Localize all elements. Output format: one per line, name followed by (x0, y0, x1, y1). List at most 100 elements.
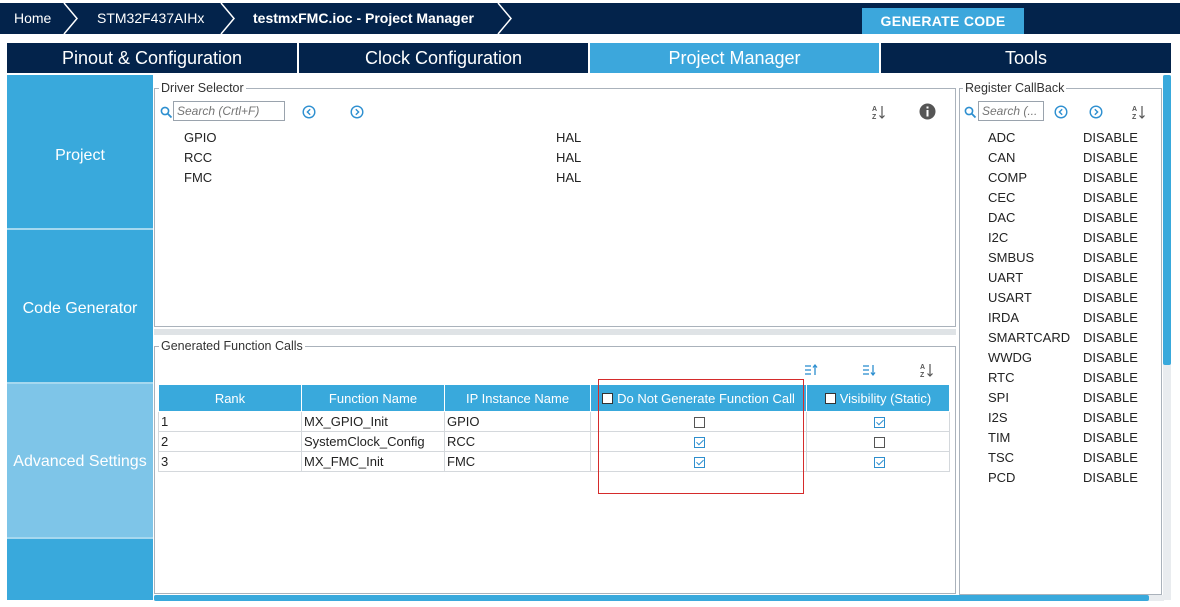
driver-search-input[interactable] (173, 101, 285, 121)
col-rank[interactable]: Rank (158, 384, 302, 412)
ip-instance-cell: FMC (444, 451, 591, 472)
col-visibility[interactable]: Visibility (Static) (806, 384, 950, 412)
callback-item-name: TSC (988, 450, 1014, 465)
generate-code-button[interactable]: GENERATE CODE (862, 8, 1024, 34)
callback-item-name: I2C (988, 230, 1009, 245)
callback-item-name: SPI (988, 390, 1009, 405)
rank-cell: 3 (158, 451, 302, 472)
vertical-scrollbar[interactable] (1163, 75, 1171, 600)
tab-pinout-configuration[interactable]: Pinout & Configuration (7, 43, 299, 73)
callback-item-name: RTC (988, 370, 1015, 385)
nav-advanced-settings[interactable]: Advanced Settings (7, 453, 153, 471)
table-row[interactable]: 2 SystemClock_Config RCC (158, 431, 950, 452)
callback-item-name: UART (988, 270, 1024, 285)
callback-item-name: I2S (988, 410, 1008, 425)
callback-item-value[interactable]: DISABLE (1083, 210, 1138, 225)
arrow-left-circle-icon[interactable] (1054, 105, 1068, 119)
col-function-name[interactable]: Function Name (301, 384, 445, 412)
callback-item-value[interactable]: DISABLE (1083, 290, 1138, 305)
callback-item-value[interactable]: DISABLE (1083, 130, 1138, 145)
left-nav: Project Code Generator Advanced Settings (7, 75, 153, 600)
driver-row-name: FMC (184, 170, 213, 185)
horizontal-scrollbar[interactable] (154, 595, 1164, 601)
callback-item-value[interactable]: DISABLE (1083, 390, 1138, 405)
callback-item-value[interactable]: DISABLE (1083, 230, 1138, 245)
callback-item-name: ADC (988, 130, 1016, 145)
nav-code-generator[interactable]: Code Generator (7, 300, 153, 318)
ip-instance-cell: GPIO (444, 411, 591, 432)
driver-selector-legend: Driver Selector (159, 81, 246, 95)
callback-item-value[interactable]: DISABLE (1083, 430, 1138, 445)
callback-item-name: CEC (988, 190, 1016, 205)
callback-item-value[interactable]: DISABLE (1083, 370, 1138, 385)
function-name-cell: MX_GPIO_Init (301, 411, 445, 432)
arrow-right-circle-icon[interactable] (1089, 105, 1103, 119)
callback-item-name: PCD (988, 470, 1016, 485)
function-name-cell: MX_FMC_Init (301, 451, 445, 472)
driver-row-value[interactable]: HAL (556, 170, 581, 185)
horizontal-scrollbar-thumb[interactable] (154, 595, 1149, 601)
callback-search-input[interactable] (978, 101, 1044, 121)
arrow-right-circle-icon[interactable] (350, 105, 364, 119)
visibility-checkbox[interactable] (873, 457, 885, 469)
driver-row-value[interactable]: HAL (556, 150, 581, 165)
move-up-icon[interactable] (804, 363, 818, 377)
function-name-cell: SystemClock_Config (301, 431, 445, 452)
generated-calls-legend: Generated Function Calls (159, 339, 305, 353)
callback-item-value[interactable]: DISABLE (1083, 150, 1138, 165)
info-icon[interactable] (919, 103, 936, 120)
svg-text:A: A (872, 106, 877, 113)
visibility-checkbox[interactable] (873, 437, 885, 449)
rank-cell: 2 (158, 431, 302, 452)
svg-text:Z: Z (920, 372, 925, 378)
sort-az-icon[interactable]: A Z (871, 104, 887, 120)
callback-item-name: CAN (988, 150, 1016, 165)
col-visibility-label: Visibility (Static) (839, 390, 932, 406)
panel-splitter[interactable] (154, 329, 956, 335)
col-ip-instance[interactable]: IP Instance Name (444, 384, 591, 412)
search-icon (160, 106, 173, 119)
callback-item-name: TIM (988, 430, 1011, 445)
callback-item-value[interactable]: DISABLE (1083, 330, 1138, 345)
move-down-icon[interactable] (862, 363, 876, 377)
table-row[interactable]: 3 MX_FMC_Init FMC (158, 451, 950, 472)
callback-item-value[interactable]: DISABLE (1083, 470, 1138, 485)
svg-text:A: A (920, 364, 925, 371)
sort-az-icon[interactable]: A Z (919, 362, 935, 378)
arrow-left-circle-icon[interactable] (302, 105, 316, 119)
rank-cell: 1 (158, 411, 302, 432)
callback-item-value[interactable]: DISABLE (1083, 190, 1138, 205)
search-icon (964, 106, 977, 119)
driver-row-value[interactable]: HAL (556, 130, 581, 145)
callback-item-value[interactable]: DISABLE (1083, 410, 1138, 425)
register-callback-legend: Register CallBack (963, 81, 1067, 95)
callback-item-value[interactable]: DISABLE (1083, 310, 1138, 325)
nav-project[interactable]: Project (7, 147, 153, 165)
callback-item-value[interactable]: DISABLE (1083, 350, 1138, 365)
sort-az-icon[interactable]: A Z (1131, 104, 1147, 120)
callback-item-value[interactable]: DISABLE (1083, 450, 1138, 465)
callback-item-value[interactable]: DISABLE (1083, 250, 1138, 265)
ip-instance-cell: RCC (444, 431, 591, 452)
callback-item-value[interactable]: DISABLE (1083, 170, 1138, 185)
svg-text:Z: Z (1132, 114, 1137, 120)
breadcrumb-home[interactable]: Home (14, 3, 51, 34)
driver-selector-panel (154, 88, 956, 327)
breadcrumb: Home STM32F437AIHx testmxFMC.ioc - Proje… (0, 3, 1180, 34)
callback-item-name: COMP (988, 170, 1027, 185)
vertical-scrollbar-thumb[interactable] (1163, 75, 1171, 365)
visibility-cell (806, 451, 950, 472)
top-bar: Home STM32F437AIHx testmxFMC.ioc - Proje… (0, 0, 1180, 35)
svg-text:Z: Z (872, 114, 877, 120)
visibility-checkbox[interactable] (873, 417, 885, 429)
highlight-box (598, 379, 804, 494)
callback-item-value[interactable]: DISABLE (1083, 270, 1138, 285)
driver-row-name: GPIO (184, 130, 217, 145)
table-row[interactable]: 1 MX_GPIO_Init GPIO (158, 411, 950, 432)
breadcrumb-device[interactable]: STM32F437AIHx (97, 3, 204, 34)
tab-project-manager[interactable]: Project Manager (590, 43, 881, 73)
tab-clock-configuration[interactable]: Clock Configuration (299, 43, 590, 73)
breadcrumb-project[interactable]: testmxFMC.ioc - Project Manager (253, 3, 474, 34)
visibility-all-checkbox[interactable] (824, 392, 836, 404)
tab-tools[interactable]: Tools (881, 43, 1171, 73)
